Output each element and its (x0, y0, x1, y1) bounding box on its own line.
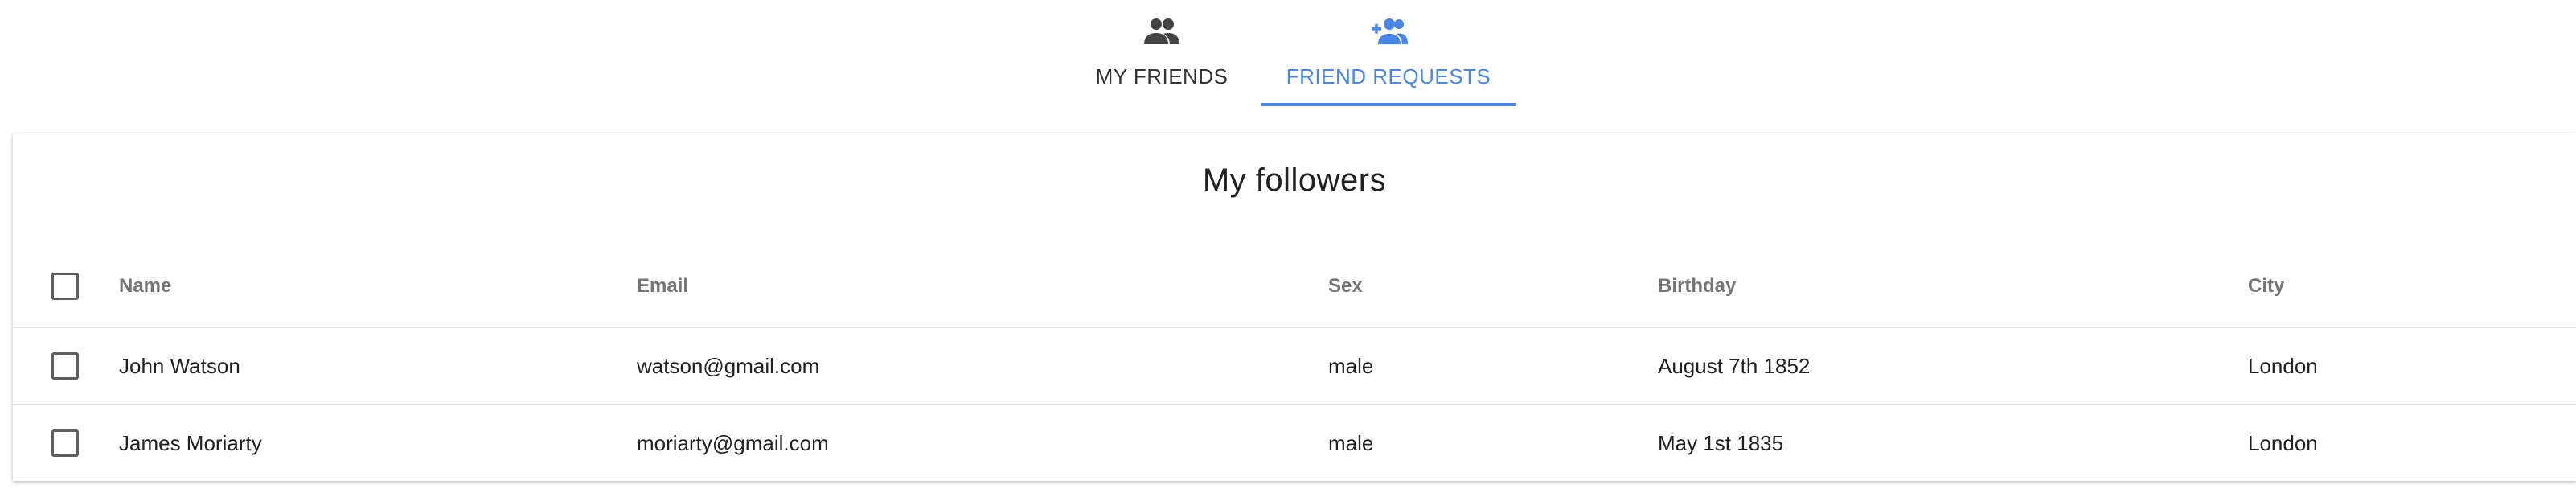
select-all-cell (51, 246, 84, 327)
cell-email: watson@gmail.com (637, 353, 820, 378)
select-all-checkbox[interactable] (51, 273, 79, 300)
active-tab-indicator (1261, 103, 1516, 106)
cell-email: moriarty@gmail.com (637, 430, 829, 455)
cell-name: James Moriarty (119, 430, 262, 455)
column-header-city[interactable]: City (2248, 246, 2284, 327)
cell-city: London (2248, 430, 2318, 455)
cell-birthday: August 7th 1852 (1658, 353, 1811, 378)
cell-sex: male (1328, 353, 1374, 378)
card-title: My followers (1202, 162, 1387, 198)
tab-friend-requests[interactable]: FRIEND REQUESTS (1261, 0, 1516, 108)
tab-friend-requests-label: FRIEND REQUESTS (1286, 64, 1491, 88)
tab-my-friends-label: MY FRIENDS (1095, 64, 1229, 88)
table-row[interactable]: James Moriarty moriarty@gmail.com male M… (13, 405, 2576, 481)
column-header-sex[interactable]: Sex (1328, 246, 1363, 327)
column-header-name[interactable]: Name (119, 246, 171, 327)
person-add-icon (1366, 14, 1411, 48)
cell-name: John Watson (119, 353, 240, 378)
row-select-cell (51, 328, 84, 404)
people-icon (1139, 14, 1184, 48)
table-header-row: Name Email Sex Birthday City (13, 246, 2576, 328)
column-header-birthday[interactable]: Birthday (1658, 246, 1736, 327)
row-checkbox[interactable] (51, 352, 79, 380)
cell-city: London (2248, 353, 2318, 378)
table-row[interactable]: John Watson watson@gmail.com male August… (13, 328, 2576, 405)
cell-birthday: May 1st 1835 (1658, 430, 1784, 455)
row-select-cell (51, 405, 84, 481)
tab-bar: MY FRIENDS FRIEND REQUESTS (0, 0, 2576, 108)
column-header-email[interactable]: Email (637, 246, 688, 327)
tab-my-friends[interactable]: MY FRIENDS (1034, 0, 1290, 108)
row-checkbox[interactable] (51, 429, 79, 457)
cell-sex: male (1328, 430, 1374, 455)
followers-card: My followers Name Email Sex Birthday Cit… (13, 133, 2576, 481)
